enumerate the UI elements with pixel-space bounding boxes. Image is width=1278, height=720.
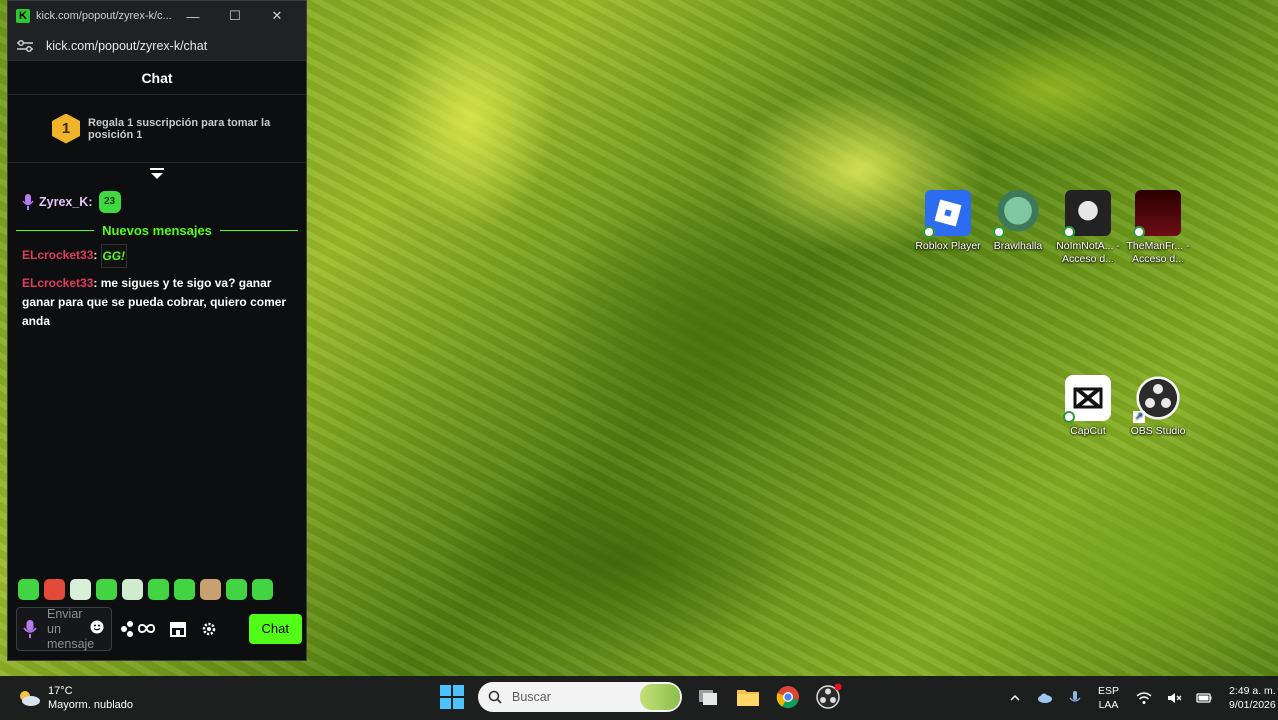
desktop-icon-capcut[interactable]: CapCut (1050, 375, 1126, 438)
emote-button[interactable] (122, 579, 143, 600)
desktop-icon-noimnota[interactable]: NoImNotA... - Acceso d... (1050, 190, 1126, 266)
maximize-button[interactable]: ☐ (214, 8, 256, 24)
settings-gear-icon[interactable] (202, 619, 216, 639)
gg-emote[interactable]: GG! (100, 244, 127, 268)
rank-badge: 1 (52, 113, 80, 144)
emote-button[interactable] (252, 579, 273, 600)
weather-widget[interactable]: 17°C Mayorm. nublado (16, 684, 133, 712)
obs-icon: ↗ (1133, 375, 1181, 423)
emote[interactable]: 23 (98, 191, 121, 213)
new-messages-divider: Nuevos mensajes (8, 219, 306, 241)
wifi-icon[interactable] (1136, 690, 1152, 706)
username[interactable]: ELcrocket33 (22, 248, 93, 262)
search-icon (488, 690, 502, 704)
site-settings-icon[interactable] (16, 39, 34, 53)
url-text: kick.com/popout/zyrex-k/chat (46, 38, 208, 53)
emote-button[interactable] (226, 579, 247, 600)
username[interactable]: ELcrocket33 (22, 276, 93, 290)
desktop-icon-roblox[interactable]: Roblox Player (910, 190, 986, 253)
new-messages-label: Nuevos mensajes (102, 222, 212, 238)
roblox-icon (923, 190, 971, 238)
store-icon[interactable] (168, 619, 188, 639)
shortcut-icon (1133, 190, 1181, 238)
gift-leaderboard-banner[interactable]: 1 Regala 1 suscripción para tomar la pos… (8, 95, 306, 163)
emote-button[interactable] (44, 579, 65, 600)
emote-button[interactable] (174, 579, 195, 600)
message-separator: : (93, 248, 98, 263)
cloud-sync-icon[interactable] (1037, 690, 1053, 706)
emote-button[interactable] (148, 579, 169, 600)
chat-message: ELcrocket33: me sigues y te sigo va? gan… (8, 271, 306, 334)
points-icon[interactable] (120, 619, 158, 639)
clock-date: 9/01/2026 (1229, 699, 1276, 711)
chat-input-row: Enviar un mensaje Chat (16, 607, 302, 651)
collapse-toggle[interactable] (8, 163, 306, 185)
quick-emote-bar (18, 579, 273, 600)
capcut-icon (1063, 375, 1111, 423)
weather-description: Mayorm. nublado (48, 699, 133, 711)
address-bar[interactable]: kick.com/popout/zyrex-k/chat (8, 31, 306, 61)
weather-temperature: 17°C (48, 685, 73, 697)
username[interactable]: Zyrex_K: (39, 195, 93, 209)
search-placeholder: Buscar (512, 690, 551, 704)
emote-button[interactable] (18, 579, 39, 600)
microphone-icon (23, 620, 37, 638)
window-title: kick.com/popout/zyrex-k/c... (36, 10, 172, 22)
chat-popout-window: K kick.com/popout/zyrex-k/c... — ☐ ✕ kic… (7, 0, 307, 661)
emote-button[interactable] (200, 579, 221, 600)
pinned-message: Zyrex_K: 23 (8, 185, 306, 219)
window-titlebar[interactable]: K kick.com/popout/zyrex-k/c... — ☐ ✕ (8, 1, 306, 31)
windows-start-button[interactable] (440, 685, 464, 709)
desktop-icon-label: Brawlhalla (993, 240, 1043, 252)
taskbar: 17°C Mayorm. nublado Buscar ESP LAA 2:49… (0, 676, 1278, 720)
speaker-muted-icon[interactable] (1166, 690, 1182, 706)
clock[interactable]: 2:49 a. m. 9/01/2026 (1229, 684, 1276, 712)
desktop-icon-label: Roblox Player (915, 240, 981, 252)
chevron-down-icon (150, 168, 164, 179)
desktop-icon-label: TheManFr... - Acceso d... (1126, 240, 1190, 265)
microphone-badge-icon (22, 194, 34, 210)
leaderboard-text: Regala 1 suscripción para tomar la posic… (88, 116, 271, 141)
language-indicator[interactable]: ESP LAA (1098, 684, 1119, 712)
obs-taskbar-icon[interactable] (814, 683, 842, 711)
brawlhalla-icon (993, 190, 1041, 238)
shortcut-icon (1063, 190, 1111, 238)
cloudy-weather-icon (20, 691, 40, 706)
send-chat-button[interactable]: Chat (248, 614, 302, 644)
emote-button[interactable] (70, 579, 91, 600)
desktop-icon-brawlhalla[interactable]: Brawlhalla (980, 190, 1056, 253)
desktop-icon-obs[interactable]: ↗ OBS Studio (1120, 375, 1196, 438)
minimize-button[interactable]: — (172, 9, 214, 24)
chrome-icon[interactable] (774, 683, 802, 711)
chat-header: Chat (8, 61, 306, 95)
file-explorer-icon[interactable] (734, 683, 762, 711)
desktop-icon-label: OBS Studio (1130, 425, 1186, 437)
keyboard-layout: LAA (1098, 699, 1119, 711)
taskbar-search[interactable]: Buscar (478, 682, 682, 712)
microphone-icon[interactable] (1067, 690, 1083, 706)
language-code: ESP (1098, 685, 1120, 697)
chat-message: ELcrocket33: GG! (8, 241, 306, 271)
taskbar-center: Buscar (440, 682, 842, 712)
clock-time: 2:49 a. m. (1229, 685, 1276, 697)
desktop-icon-label: NoImNotA... - Acceso d... (1056, 240, 1120, 265)
emote-button[interactable] (96, 579, 117, 600)
emoji-picker-icon[interactable] (90, 620, 104, 634)
kick-logo-icon: K (16, 9, 30, 23)
desktop-icon-themanfr[interactable]: TheManFr... - Acceso d... (1120, 190, 1196, 266)
system-tray: ESP LAA 2:49 a. m. 9/01/2026 (1000, 676, 1276, 720)
chevron-up-icon[interactable] (1007, 690, 1023, 706)
battery-icon[interactable] (1196, 690, 1212, 706)
task-view-icon[interactable] (694, 683, 722, 711)
search-highlight-image (640, 684, 680, 710)
desktop-icon-label: CapCut (1070, 425, 1106, 437)
close-button[interactable]: ✕ (256, 8, 298, 24)
